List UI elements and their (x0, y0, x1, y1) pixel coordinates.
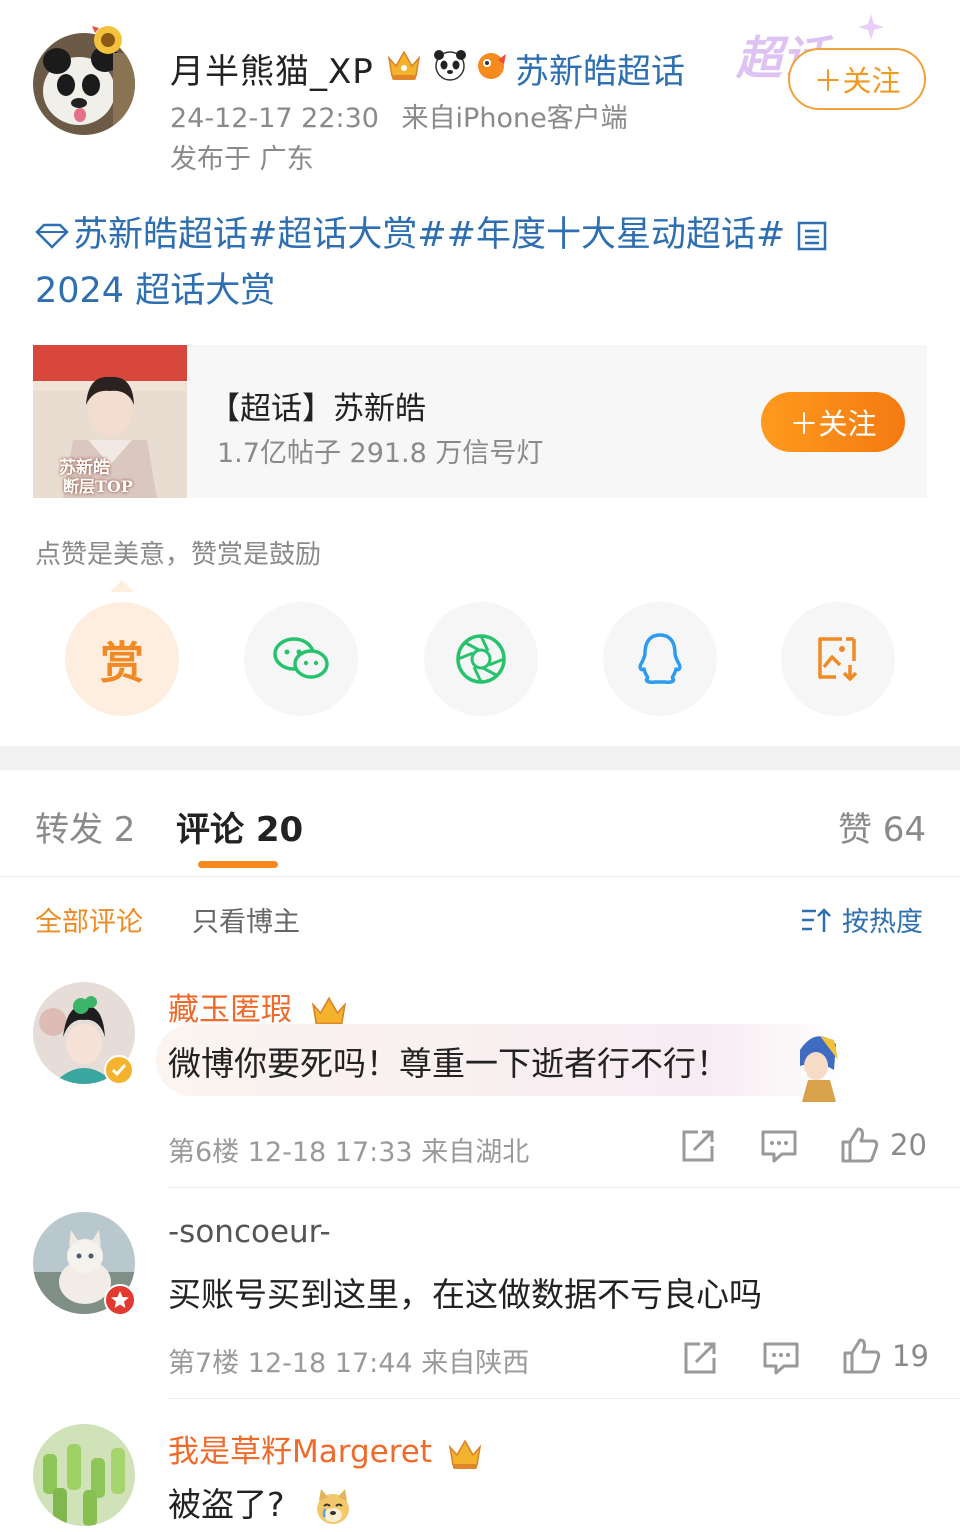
girl-with-pearl-sticker-icon (790, 1030, 846, 1102)
commenter-name[interactable]: -soncoeur- (168, 1214, 331, 1250)
commenter-name-text: 藏玉匿瑕 (168, 992, 292, 1028)
tabs-divider (0, 876, 960, 877)
comment-meta: 第6楼 12-18 17:33 来自湖北 (168, 1137, 530, 1168)
author-name[interactable]: 月半熊猫_XP (170, 44, 374, 93)
filter-author-only[interactable]: 只看博主 (192, 900, 300, 939)
supertopic-thumbnail: 苏新皓 断层TOP (33, 345, 187, 498)
supertopic-stats: 1.7亿帖子 291.8 万信号灯 (217, 438, 544, 469)
moments-icon (456, 634, 506, 684)
reply-bubble-icon (761, 1130, 797, 1163)
crown-badge-icon (386, 48, 422, 82)
comment-text: 被盗了? (168, 1478, 353, 1527)
share-arrow-icon (684, 1342, 716, 1374)
tip-arrow (110, 580, 134, 592)
crown-badge-icon (448, 1438, 482, 1469)
article-icon (798, 221, 827, 251)
member-badge-icon (104, 1284, 136, 1316)
commenter-name[interactable]: 藏玉匿瑕 (168, 984, 350, 1030)
comment-divider (168, 1398, 960, 1399)
save-image-icon (818, 637, 858, 681)
tab-active-indicator (198, 861, 278, 868)
commenter-avatar[interactable] (33, 1424, 135, 1526)
tab-comment[interactable]: 评论 20 (176, 802, 303, 851)
share-arrow-icon (682, 1130, 714, 1162)
post-location: 发布于 广东 (170, 144, 314, 175)
reward-button[interactable]: 赏 (65, 602, 179, 716)
like-comment-button[interactable]: 20 (840, 1126, 927, 1164)
post-article-link[interactable]: 2024 超话大赏 (35, 262, 275, 313)
crying-doge-emoji-icon (317, 1488, 350, 1524)
supertopic-follow-button[interactable]: ＋关注 (761, 392, 905, 452)
post-text-line-1: 苏新皓超话#超话大赏##年度十大星动超话# (35, 206, 828, 257)
reply-bubble-icon (763, 1342, 799, 1375)
sort-label: 按热度 (842, 907, 923, 938)
reply-comment-button[interactable] (762, 1340, 800, 1380)
share-moments-button[interactable] (424, 602, 538, 716)
supertopic-title: 【超话】苏新皓 (209, 391, 426, 427)
thumb-caption-2: 断层TOP (63, 477, 133, 496)
reply-comment-button[interactable] (760, 1128, 798, 1168)
verified-badge-icon (104, 1055, 134, 1085)
thumbs-up-icon (843, 1338, 881, 1374)
comment-text: 微博你要死吗！尊重一下逝者行不行！ (168, 1044, 729, 1083)
comment-text: 买账号买到这里，在这做数据不亏良心吗 (168, 1275, 762, 1314)
tab-like[interactable]: 赞 64 (838, 802, 926, 851)
wechat-icon (273, 637, 329, 679)
diamond-icon (35, 223, 69, 249)
section-gap (0, 746, 960, 770)
post-source: 来自iPhone客户端 (401, 103, 628, 134)
comment-divider (168, 1187, 960, 1188)
follow-button[interactable]: ＋关注 (788, 48, 926, 110)
sort-icon (802, 907, 831, 932)
commenter-name-text: 我是草籽Margeret (168, 1434, 432, 1470)
commenter-name[interactable]: 我是草籽Margeret (168, 1426, 484, 1471)
supertopic-badge-icon (474, 48, 510, 82)
post-hashtags[interactable]: 苏新皓超话#超话大赏##年度十大星动超话# (73, 215, 796, 255)
share-qq-button[interactable] (603, 602, 717, 716)
filter-all-comments[interactable]: 全部评论 (35, 900, 143, 939)
post-time: 24-12-17 22:30 (170, 103, 379, 134)
like-comment-button[interactable]: 19 (842, 1337, 929, 1375)
sort-by-hot-button[interactable]: 按热度 (800, 900, 923, 939)
supertopic-card[interactable]: 苏新皓 断层TOP 【超话】苏新皓 1.7亿帖子 291.8 万信号灯 ＋关注 (33, 345, 927, 498)
reward-icon: 赏 (100, 638, 144, 689)
reward-tip: 点赞是美意，赞赏是鼓励 (35, 540, 322, 570)
repost-comment-button[interactable] (680, 1128, 718, 1168)
supertopic-link[interactable]: 苏新皓超话 (515, 44, 685, 93)
thumbs-up-icon (841, 1127, 879, 1163)
post-meta: 24-12-17 22:30 来自iPhone客户端 (170, 96, 628, 135)
camera-badge-icon (88, 18, 128, 58)
comment-text-content: 被盗了? (168, 1485, 285, 1524)
panda-badge-icon (432, 48, 468, 82)
like-count: 20 (890, 1128, 927, 1162)
share-wechat-button[interactable] (244, 602, 358, 716)
like-count: 19 (892, 1339, 929, 1373)
tab-repost[interactable]: 转发 2 (35, 802, 135, 851)
save-image-button[interactable] (781, 602, 895, 716)
qq-icon (638, 633, 682, 684)
comment-meta: 第7楼 12-18 17:44 来自陕西 (168, 1348, 530, 1379)
repost-comment-button[interactable] (682, 1340, 720, 1380)
